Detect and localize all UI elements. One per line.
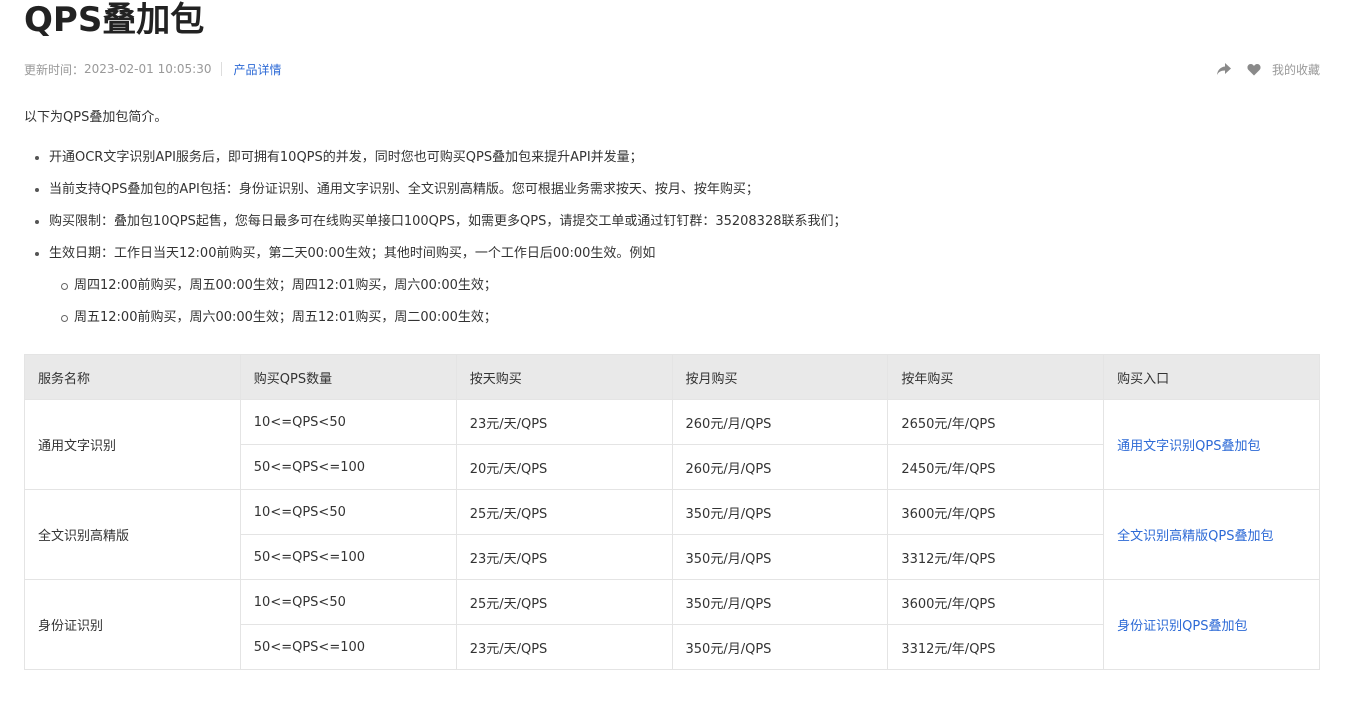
product-detail-link[interactable]: 产品详情 — [233, 61, 281, 78]
monthly-price: 260元/月/QPS — [671, 399, 889, 445]
meta-bar: 更新时间： 2023-02-01 10:05:30 产品详情 我的收藏 — [24, 60, 1320, 78]
bullet-text: 购买限制：叠加包10QPS起售，您每日最多可在线购买单接口100QPS，如需更多… — [49, 214, 847, 229]
bullet-text: 开通OCR文字识别API服务后，即可拥有10QPS的并发，同时您也可购买QPS叠… — [49, 150, 643, 165]
purchase-link[interactable]: 通用文字识别QPS叠加包 — [1117, 439, 1260, 454]
qps-range: 10<=QPS<50 — [239, 579, 457, 625]
service-name: 身份证识别 — [24, 579, 241, 670]
yearly-price: 3600元/年/QPS — [887, 579, 1105, 625]
pricing-table: 服务名称 购买QPS数量 按天购买 按月购买 按年购买 购买入口 通用文字识别 … — [24, 354, 1320, 670]
bullet-list: 开通OCR文字识别API服务后，即可拥有10QPS的并发，同时您也可购买QPS叠… — [24, 148, 847, 325]
sub-list-item: 周四12:00前购买，周五00:00生效；周四12:01购买，周六00:00生效… — [49, 276, 847, 308]
purchase-link[interactable]: 全文识别高精版QPS叠加包 — [1117, 529, 1273, 544]
sub-bullet-text: 周五12:00前购买，周六00:00生效；周五12:01购买，周二00:00生效… — [74, 310, 497, 325]
list-item: 购买限制：叠加包10QPS起售，您每日最多可在线购买单接口100QPS，如需更多… — [24, 212, 847, 244]
sub-bullet-list: 周四12:00前购买，周五00:00生效；周四12:01购买，周六00:00生效… — [49, 276, 847, 340]
col-header-entry: 购买入口 — [1103, 354, 1320, 400]
yearly-price: 3600元/年/QPS — [887, 489, 1105, 535]
sub-list-item: 周五12:00前购买，周六00:00生效；周五12:01购买，周二00:00生效… — [49, 308, 847, 340]
meta-divider — [221, 62, 223, 76]
list-item: 当前支持QPS叠加包的API包括：身份证识别、通用文字识别、全文识别高精版。您可… — [24, 180, 847, 212]
daily-price: 23元/天/QPS — [455, 399, 673, 445]
yearly-price: 2650元/年/QPS — [887, 399, 1105, 445]
yearly-price: 3312元/年/QPS — [887, 534, 1105, 580]
purchase-link[interactable]: 身份证识别QPS叠加包 — [1117, 619, 1247, 634]
purchase-entry-cell: 通用文字识别QPS叠加包 — [1103, 399, 1320, 490]
bullet-text: 当前支持QPS叠加包的API包括：身份证识别、通用文字识别、全文识别高精版。您可… — [49, 182, 759, 197]
monthly-price: 350元/月/QPS — [671, 624, 889, 670]
col-header-qps: 购买QPS数量 — [239, 354, 457, 400]
share-icon[interactable] — [1215, 60, 1233, 78]
daily-price: 23元/天/QPS — [455, 534, 673, 580]
table-row: 身份证识别 10<=QPS<50 25元/天/QPS 350元/月/QPS 36… — [24, 579, 1320, 670]
qps-range: 50<=QPS<=100 — [239, 624, 457, 670]
list-item: 生效日期：工作日当天12:00前购买，第二天00:00生效；其他时间购买，一个工… — [24, 244, 847, 325]
monthly-price: 260元/月/QPS — [671, 444, 889, 490]
purchase-entry-cell: 身份证识别QPS叠加包 — [1103, 579, 1320, 670]
table-header-row: 服务名称 购买QPS数量 按天购买 按月购买 按年购买 购买入口 — [24, 354, 1320, 400]
col-header-daily: 按天购买 — [455, 354, 673, 400]
qps-range: 10<=QPS<50 — [239, 399, 457, 445]
favorite-label[interactable]: 我的收藏 — [1272, 61, 1320, 78]
daily-price: 20元/天/QPS — [455, 444, 673, 490]
monthly-price: 350元/月/QPS — [671, 489, 889, 535]
daily-price: 25元/天/QPS — [455, 489, 673, 535]
service-name: 通用文字识别 — [24, 399, 241, 490]
list-item: 开通OCR文字识别API服务后，即可拥有10QPS的并发，同时您也可购买QPS叠… — [24, 148, 847, 180]
bullet-text: 生效日期：工作日当天12:00前购买，第二天00:00生效；其他时间购买，一个工… — [49, 246, 656, 261]
qps-range: 50<=QPS<=100 — [239, 534, 457, 580]
monthly-price: 350元/月/QPS — [671, 534, 889, 580]
col-header-service: 服务名称 — [24, 354, 241, 400]
service-name: 全文识别高精版 — [24, 489, 241, 580]
heart-icon[interactable] — [1245, 60, 1263, 78]
qps-range: 50<=QPS<=100 — [239, 444, 457, 490]
yearly-price: 2450元/年/QPS — [887, 444, 1105, 490]
meta-actions: 我的收藏 — [1215, 60, 1320, 78]
daily-price: 25元/天/QPS — [455, 579, 673, 625]
yearly-price: 3312元/年/QPS — [887, 624, 1105, 670]
qps-range: 10<=QPS<50 — [239, 489, 457, 535]
updated-label: 更新时间： — [24, 62, 85, 77]
article: QPS叠加包 更新时间： 2023-02-01 10:05:30 产品详情 我的… — [24, 0, 1320, 670]
monthly-price: 350元/月/QPS — [671, 579, 889, 625]
sub-bullet-text: 周四12:00前购买，周五00:00生效；周四12:01购买，周六00:00生效… — [74, 278, 497, 293]
page-title: QPS叠加包 — [24, 0, 205, 40]
col-header-yearly: 按年购买 — [887, 354, 1105, 400]
col-header-monthly: 按月购买 — [671, 354, 889, 400]
daily-price: 23元/天/QPS — [455, 624, 673, 670]
purchase-entry-cell: 全文识别高精版QPS叠加包 — [1103, 489, 1320, 580]
intro-text: 以下为QPS叠加包简介。 — [24, 110, 168, 125]
updated-time: 2023-02-01 10:05:30 — [84, 62, 212, 76]
table-row: 通用文字识别 10<=QPS<50 23元/天/QPS 260元/月/QPS 2… — [24, 399, 1320, 490]
table-row: 全文识别高精版 10<=QPS<50 25元/天/QPS 350元/月/QPS … — [24, 489, 1320, 580]
